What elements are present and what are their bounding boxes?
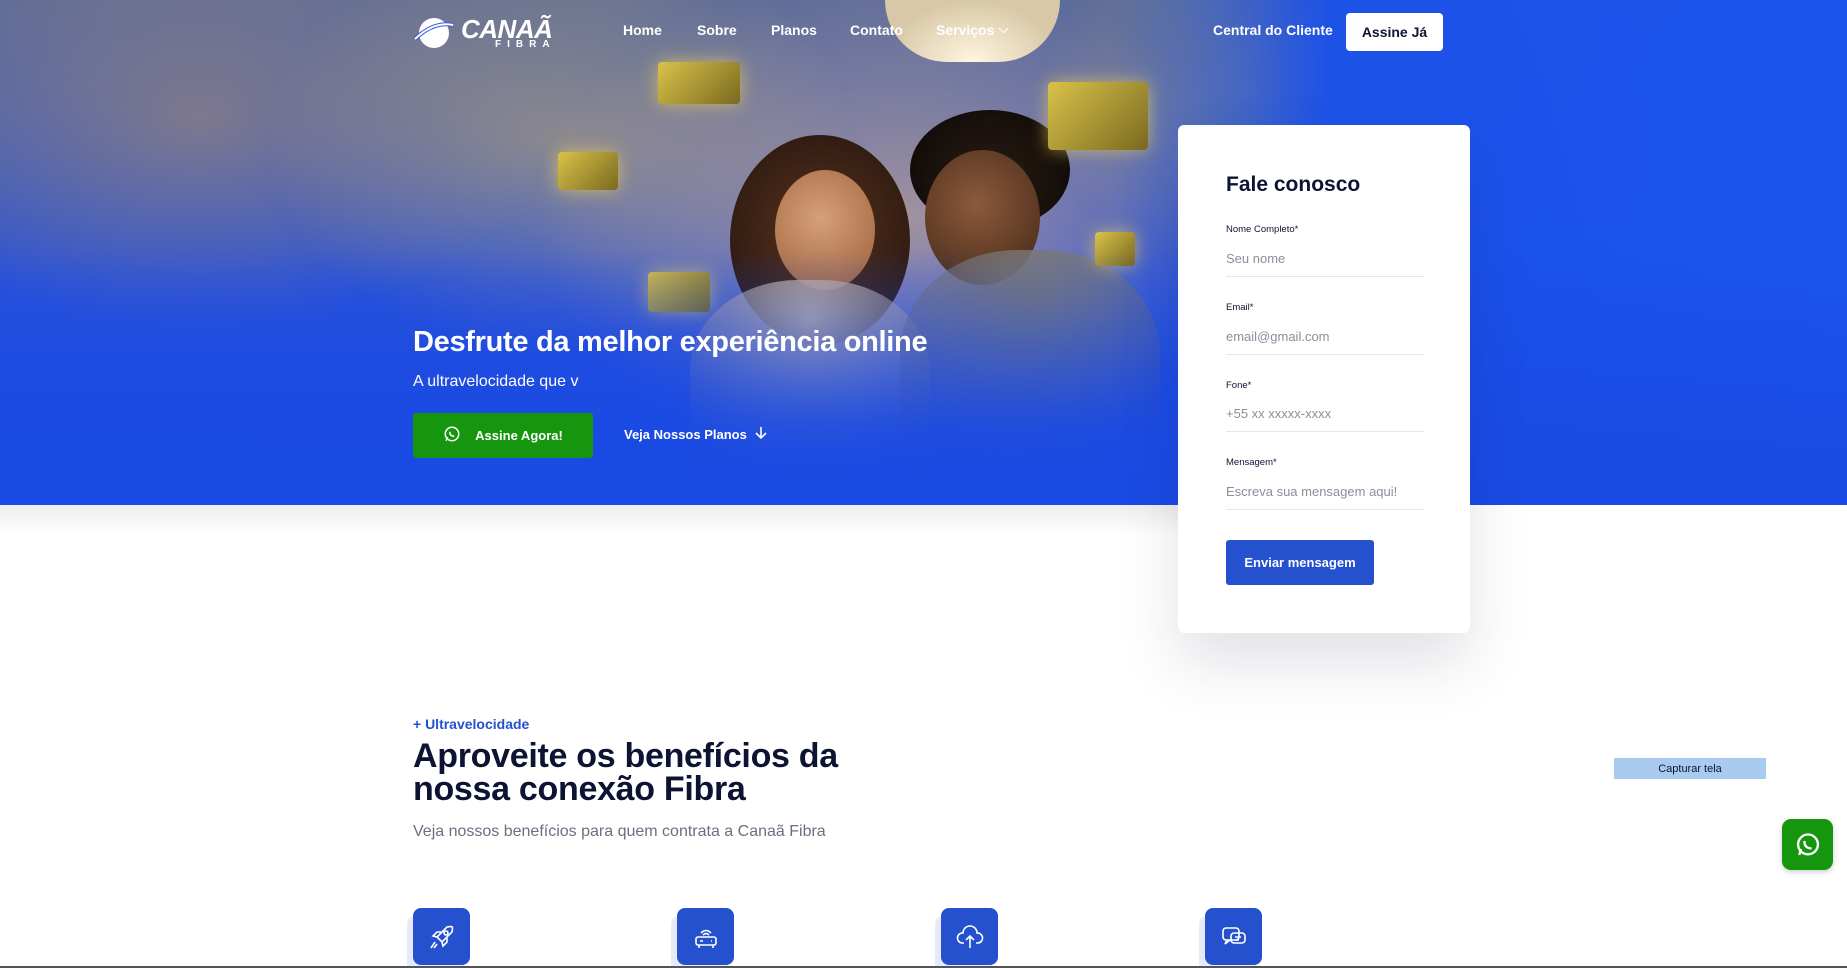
arrow-down-icon bbox=[755, 426, 767, 443]
enviar-mensagem-button[interactable]: Enviar mensagem bbox=[1226, 540, 1374, 585]
brand-subtitle: FIBRA bbox=[495, 39, 556, 50]
assine-ja-button[interactable]: Assine Já bbox=[1346, 13, 1443, 51]
fone-field[interactable] bbox=[1226, 396, 1424, 432]
mensagem-label: Mensagem* bbox=[1226, 457, 1277, 468]
brand-logo[interactable]: CANAÃ FIBRA bbox=[413, 12, 553, 54]
rocket-icon bbox=[413, 908, 470, 965]
mensagem-field[interactable] bbox=[1226, 474, 1424, 510]
floating-media-thumb bbox=[558, 152, 618, 190]
hero-title: Desfrute da melhor experiência online bbox=[413, 326, 928, 358]
planet-logo-icon bbox=[413, 13, 455, 53]
email-label: Email* bbox=[1226, 302, 1254, 313]
whatsapp-icon[interactable] bbox=[1782, 819, 1833, 870]
hero-banner bbox=[0, 0, 1847, 505]
capturar-tela-button[interactable]: Capturar tela bbox=[1614, 758, 1766, 779]
fone-label: Fone* bbox=[1226, 380, 1252, 391]
hero-subtitle: A ultravelocidade que v bbox=[413, 373, 579, 390]
cloud-upload-icon bbox=[941, 908, 998, 965]
floating-media-thumb bbox=[1048, 82, 1148, 150]
contact-form-card: Fale conosco Nome Completo* Email* Fone*… bbox=[1178, 125, 1470, 633]
nav-servicos-label: Serviços bbox=[936, 22, 995, 38]
nav-contato[interactable]: Contato bbox=[850, 22, 903, 38]
section-title: Aproveite os benefícios da nossa conexão… bbox=[413, 737, 838, 808]
assine-agora-button[interactable]: Assine Agora! bbox=[413, 413, 593, 458]
hero-shadow bbox=[0, 505, 1180, 535]
floating-media-thumb bbox=[658, 62, 740, 104]
chevron-down-icon bbox=[998, 23, 1009, 34]
section-description: Veja nossos benefícios para quem contrat… bbox=[413, 823, 826, 840]
veja-nossos-planos-link[interactable]: Veja Nossos Planos bbox=[624, 426, 767, 443]
central-do-cliente-link[interactable]: Central do Cliente bbox=[1213, 22, 1333, 38]
nav-home[interactable]: Home bbox=[623, 22, 662, 38]
chat-support-icon bbox=[1205, 908, 1262, 965]
router-icon bbox=[677, 908, 734, 965]
nav-sobre[interactable]: Sobre bbox=[697, 22, 737, 38]
email-field[interactable] bbox=[1226, 319, 1424, 355]
nav-planos[interactable]: Planos bbox=[771, 22, 817, 38]
hero-gradient-overlay bbox=[0, 250, 1847, 505]
form-title: Fale conosco bbox=[1226, 173, 1361, 196]
nome-label: Nome Completo* bbox=[1226, 224, 1299, 235]
top-navigation: CANAÃ FIBRA Home Sobre Planos Contato Se… bbox=[0, 0, 1847, 64]
section-kicker: + Ultravelocidade bbox=[413, 716, 530, 732]
veja-nossos-planos-label: Veja Nossos Planos bbox=[624, 427, 747, 442]
nav-servicos[interactable]: Serviços bbox=[936, 22, 1009, 38]
nome-field[interactable] bbox=[1226, 241, 1424, 277]
whatsapp-icon bbox=[443, 425, 461, 446]
assine-agora-label: Assine Agora! bbox=[475, 428, 563, 443]
